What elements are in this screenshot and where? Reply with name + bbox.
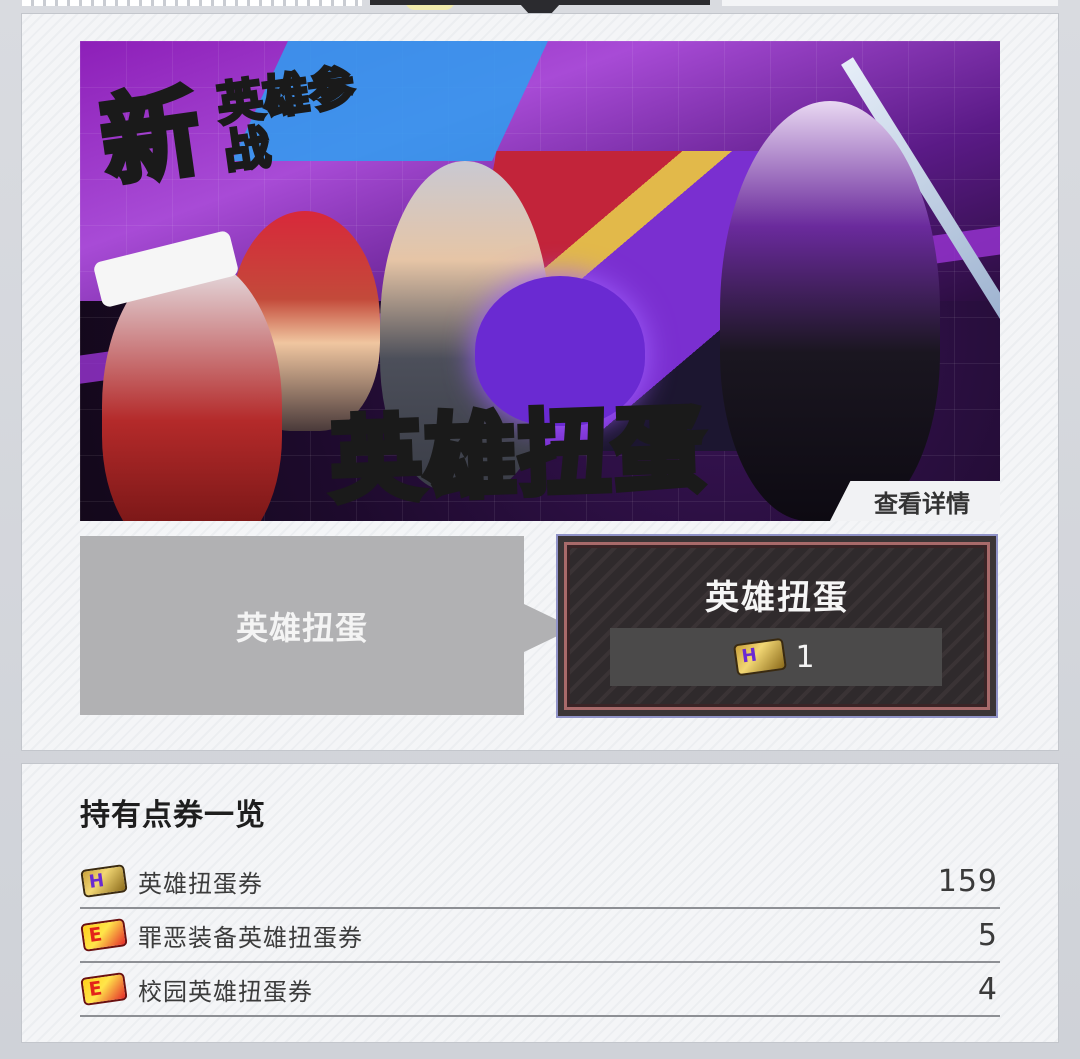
ticket-list-title: 持有点券一览 — [80, 798, 266, 833]
event-ticket-icon — [82, 920, 126, 950]
list-item: 英雄扭蛋券 159 — [80, 855, 1000, 909]
banner-title: 英雄扭蛋 — [326, 392, 712, 518]
ticket-name: 英雄扭蛋券 — [138, 869, 263, 898]
gacha-cost-box: 1 — [610, 628, 942, 686]
event-ticket-icon — [82, 974, 126, 1004]
gacha-tab-selected[interactable]: 英雄扭蛋 1 — [556, 534, 998, 718]
gacha-tab-inactive-label: 英雄扭蛋 — [235, 608, 368, 647]
ticket-name: 校园英雄扭蛋券 — [138, 977, 313, 1006]
view-details-button[interactable]: 查看详情 — [830, 481, 1000, 521]
ticket-count: 5 — [977, 917, 998, 953]
hero-ticket-icon — [735, 639, 786, 675]
gacha-banner[interactable]: 新 英雄参战 英雄扭蛋 查看详情 — [80, 41, 1000, 521]
top-stripe-left — [22, 0, 362, 6]
ticket-count: 4 — [977, 971, 998, 1007]
hero-ticket-icon — [82, 866, 126, 896]
ticket-list: 英雄扭蛋券 159 罪恶装备英雄扭蛋券 5 校园英雄扭蛋券 4 — [80, 855, 1000, 1017]
gacha-tab-inactive[interactable]: 英雄扭蛋 — [80, 536, 524, 715]
gacha-cost-value: 1 — [795, 639, 815, 675]
list-item: 校园英雄扭蛋券 4 — [80, 963, 1000, 1017]
top-nav-strip — [0, 0, 1080, 26]
badge-main: 新 — [92, 72, 210, 204]
ticket-name: 罪恶装备英雄扭蛋券 — [138, 923, 363, 952]
top-stripe-right — [722, 0, 1058, 6]
gacha-tab-selected-label: 英雄扭蛋 — [705, 578, 849, 618]
hero-art-fox-mask — [720, 101, 940, 521]
ticket-count: 159 — [937, 863, 998, 899]
list-item: 罪恶装备英雄扭蛋券 5 — [80, 909, 1000, 963]
